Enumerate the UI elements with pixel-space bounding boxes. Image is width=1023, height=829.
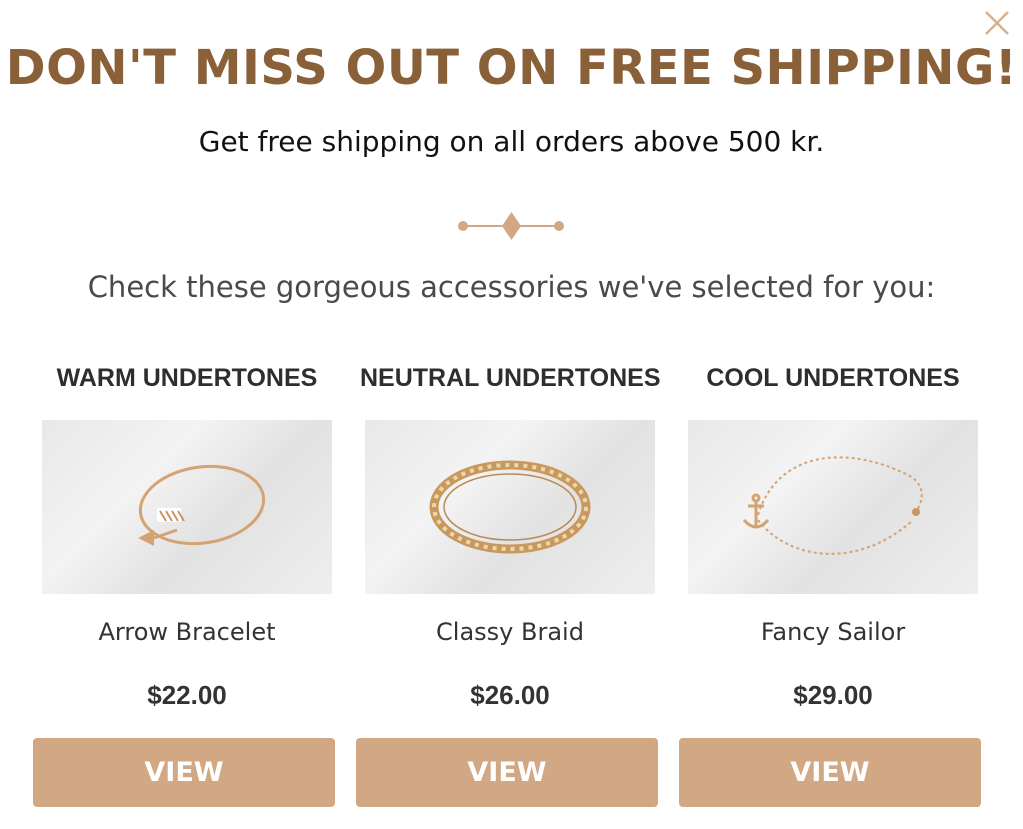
free-shipping-popup: DON'T MISS OUT ON FREE SHIPPING! Get fre… (0, 0, 1023, 829)
arrow-bracelet-image[interactable] (42, 420, 332, 594)
view-button-neutral[interactable]: VIEW (356, 738, 658, 807)
view-button-cool[interactable]: VIEW (679, 738, 981, 807)
product-category: WARM UNDERTONES (56, 364, 318, 392)
popup-subheadline: Get free shipping on all orders above 50… (198, 125, 825, 158)
diamond-divider-icon (455, 210, 568, 242)
product-card-neutral: NEUTRAL UNDERTONES Classy Braid $26.00 V… (356, 360, 661, 807)
classy-braid-image[interactable] (365, 420, 655, 594)
product-name[interactable]: Classy Braid (360, 618, 660, 646)
product-price: $22.00 (147, 680, 227, 710)
close-icon[interactable] (983, 9, 1011, 37)
product-category: COOL UNDERTONES (706, 364, 960, 392)
product-card-warm: WARM UNDERTONES Arrow Bracelet $22.00 VI… (33, 360, 337, 807)
product-category: NEUTRAL UNDERTONES (360, 364, 661, 392)
fancy-sailor-image[interactable] (688, 420, 978, 594)
product-price: $26.00 (470, 680, 550, 710)
product-name[interactable]: Fancy Sailor (683, 618, 983, 646)
product-card-cool: COOL UNDERTONES Fancy Sailor $29.00 VIEW (679, 360, 983, 807)
product-name[interactable]: Arrow Bracelet (37, 618, 337, 646)
view-button-warm[interactable]: VIEW (33, 738, 335, 807)
product-price: $29.00 (793, 680, 873, 710)
popup-headline: DON'T MISS OUT ON FREE SHIPPING! (5, 40, 1018, 96)
intro-text: Check these gorgeous accessories we've s… (87, 270, 936, 304)
